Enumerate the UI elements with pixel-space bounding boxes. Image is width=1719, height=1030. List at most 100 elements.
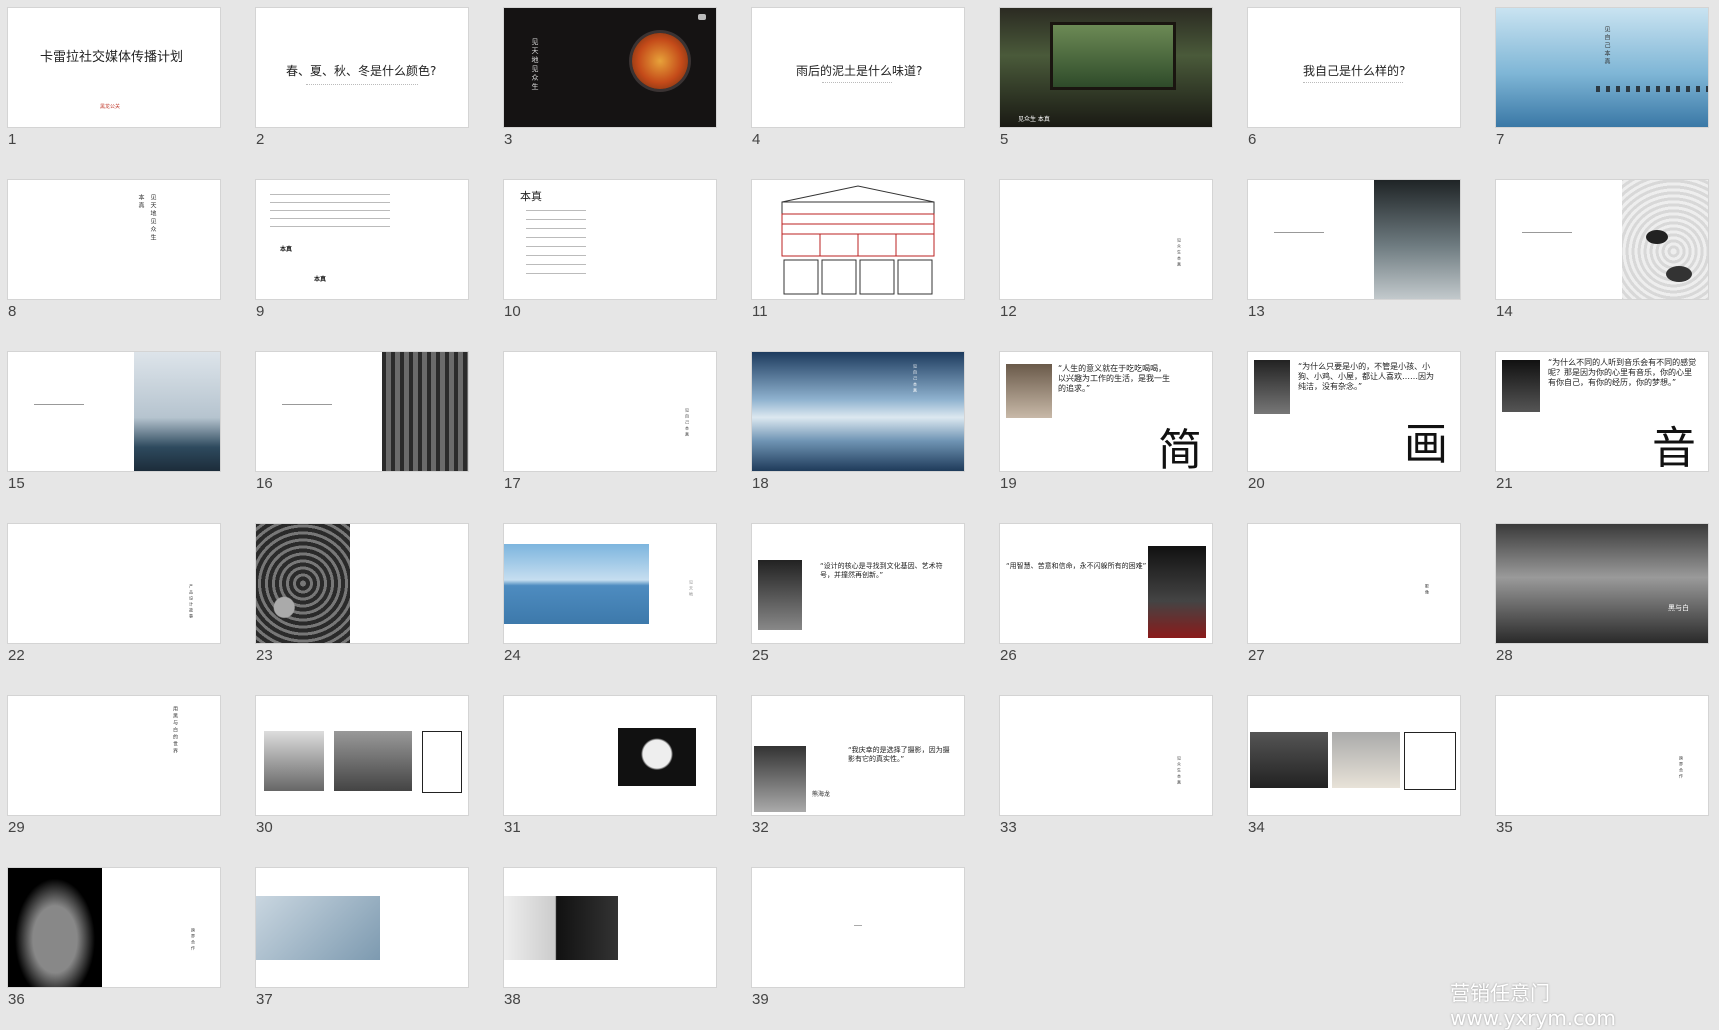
slide-14[interactable]: [1496, 180, 1708, 299]
slide-22[interactable]: 产品设计故事: [8, 524, 220, 643]
slide-number: 6: [1248, 131, 1257, 148]
slide-number: 35: [1496, 819, 1513, 836]
water-drops-photo: [256, 524, 350, 643]
brand-logo-icon: [698, 14, 706, 20]
slide-36[interactable]: 跨界合作: [8, 868, 220, 987]
slide-title: 我自己是什么样的?: [1303, 64, 1406, 78]
slide-number: 16: [256, 475, 273, 492]
slide-3[interactable]: 见天地见众生: [504, 8, 716, 127]
bridge-lake-photo: [504, 544, 649, 624]
slide-11[interactable]: [752, 180, 964, 299]
slide-7[interactable]: 见自己本真: [1496, 8, 1708, 127]
slide-25[interactable]: “设计的核心是寻找到文化基因、艺术符号，并撞然再创新。”: [752, 524, 964, 643]
slide-number: 38: [504, 991, 521, 1008]
person-name: 熊海龙: [812, 791, 831, 798]
slide-number: 11: [752, 303, 768, 320]
slide-9[interactable]: 本真 本真: [256, 180, 468, 299]
autumn-circle-photo: [632, 33, 688, 89]
watermark: 营销任意门 www.yxrym.com: [1450, 981, 1616, 1030]
slide-13[interactable]: [1248, 180, 1460, 299]
slide-number: 15: [8, 475, 25, 492]
slide-2[interactable]: 春、夏、秋、冬是什么颜色?: [256, 8, 468, 127]
slide-29[interactable]: 用黑与白的世界: [8, 696, 220, 815]
slide-19[interactable]: “人生的意义就在于吃吃喝喝，以兴趣为工作的生活，是我一生的追求。” 简: [1000, 352, 1212, 471]
portrait-photo: [1254, 360, 1290, 414]
slide-caption: 黑与白: [1668, 604, 1689, 612]
slide-number: 32: [752, 819, 769, 836]
slide-33[interactable]: 见众生本真: [1000, 696, 1212, 815]
slide-number: 28: [1496, 647, 1513, 664]
slide-8[interactable]: 见天地见众生 本真: [8, 180, 220, 299]
slide-number: 14: [1496, 303, 1513, 320]
slide-15[interactable]: [8, 352, 220, 471]
portrait-photo: [1502, 360, 1540, 412]
big-character: 画: [1404, 419, 1448, 470]
slide-37[interactable]: [256, 868, 468, 987]
slide-number: 34: [1248, 819, 1265, 836]
slide-12[interactable]: 见众生本真: [1000, 180, 1212, 299]
slide-24[interactable]: 见天地: [504, 524, 716, 643]
slide-18[interactable]: 见自己本真: [752, 352, 964, 471]
bw-pier-photo: [264, 731, 324, 791]
slide-title: 春、夏、秋、冬是什么颜色?: [286, 64, 437, 78]
slide-38[interactable]: [504, 868, 716, 987]
slide-6[interactable]: 我自己是什么样的?: [1248, 8, 1460, 127]
portrait-photo: [1148, 546, 1206, 638]
slide-number: 24: [504, 647, 521, 664]
slide-32[interactable]: “我庆幸的是选择了摄影，因为摄影有它的真实性。” 熊海龙: [752, 696, 964, 815]
quote-text: “人生的意义就在于吃吃喝喝，以兴趣为工作的生活，是我一生的追求。”: [1058, 364, 1170, 393]
slide-number: 39: [752, 991, 769, 1008]
slide-21[interactable]: “为什么不同的人听到音乐会有不同的感觉呢？那是因为你的心里有音乐，你的心里有你自…: [1496, 352, 1708, 471]
slide-1[interactable]: 卡雷拉社交媒体传播计划 黑龙公关: [8, 8, 220, 127]
slide-title: 雨后的泥土是什么味道?: [796, 64, 923, 78]
slide-number: 9: [256, 303, 265, 320]
slide-title: 本真: [520, 190, 542, 203]
slide-number: 36: [8, 991, 25, 1008]
misty-forest-photo: [1374, 180, 1460, 299]
house-diagram: [781, 185, 935, 295]
campaign-photo: [504, 896, 618, 960]
quote-text: “设计的核心是寻找到文化基因、艺术符号，并撞然再创新。”: [820, 562, 943, 579]
portrait-photo: [754, 746, 806, 812]
product-photo: [256, 896, 380, 960]
slide-number: 3: [504, 131, 513, 148]
slide-23[interactable]: [256, 524, 468, 643]
slide-34[interactable]: [1248, 696, 1460, 815]
text-box: [1404, 732, 1456, 790]
quote-text: “我庆幸的是选择了摄影，因为摄影有它的真实性。”: [848, 746, 950, 763]
window-landscape-photo: [1050, 22, 1176, 90]
slide-27[interactable]: 影像: [1248, 524, 1460, 643]
slide-number: 27: [1248, 647, 1265, 664]
slide-28[interactable]: 黑与白: [1496, 524, 1708, 643]
big-character: 音: [1652, 423, 1696, 471]
slide-caption: 见众生 本真: [1018, 116, 1050, 123]
suitcase-photo: [8, 868, 102, 987]
slide-number: 18: [752, 475, 769, 492]
slide-number: 26: [1000, 647, 1017, 664]
slide-4[interactable]: 雨后的泥土是什么味道?: [752, 8, 964, 127]
slide-17[interactable]: 见自己本真: [504, 352, 716, 471]
slide-20[interactable]: “为什么只要是小的，不管是小孩、小狗、小鸡、小屋，都让人喜欢……因为纯洁，没有杂…: [1248, 352, 1460, 471]
slide-26[interactable]: “用智慧、苦意和信命，永不闪躲所有的困难”: [1000, 524, 1212, 643]
bw-children-photo: [334, 731, 412, 791]
slide-number: 20: [1248, 475, 1265, 492]
stone-shape: [1666, 266, 1692, 282]
slide-number: 17: [504, 475, 521, 492]
rocks-sea-photo: [1596, 86, 1708, 92]
slide-35[interactable]: 跨界合作: [1496, 696, 1708, 815]
slide-number: 2: [256, 131, 265, 148]
slide-39[interactable]: [752, 868, 964, 987]
slide-number: 33: [1000, 819, 1017, 836]
slide-16[interactable]: [256, 352, 468, 471]
slide-number: 10: [504, 303, 521, 320]
slide-number: 31: [504, 819, 521, 836]
slide-5[interactable]: 见众生 本真: [1000, 8, 1212, 127]
slide-number: 25: [752, 647, 769, 664]
slide-31[interactable]: [504, 696, 716, 815]
slide-number: 12: [1000, 303, 1017, 320]
slide-number: 1: [8, 131, 17, 148]
slide-30[interactable]: [256, 696, 468, 815]
slide-10[interactable]: 本真: [504, 180, 716, 299]
forest-light-photo: [382, 352, 468, 471]
slide-number: 8: [8, 303, 17, 320]
